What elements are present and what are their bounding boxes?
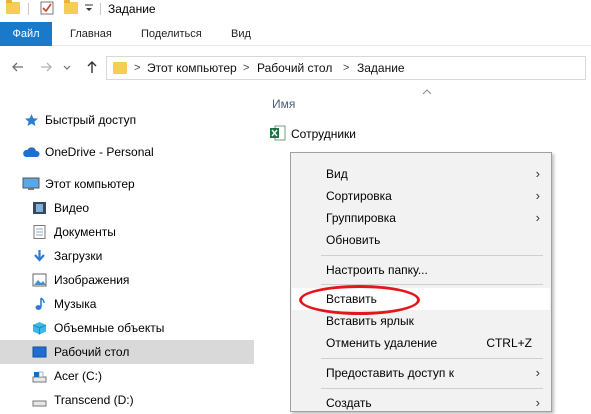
properties-icon[interactable] — [40, 1, 54, 15]
folder-icon — [6, 0, 20, 14]
star-icon — [24, 113, 39, 127]
divider — [28, 3, 29, 15]
sidebar-item-label: Музыка — [54, 297, 97, 311]
download-icon — [32, 249, 47, 263]
sidebar-item-drive-d[interactable]: Transcend (D:) — [0, 388, 254, 412]
breadcrumb-desktop[interactable]: Рабочий стол — [257, 57, 332, 79]
sidebar-item-label: Быстрый доступ — [45, 113, 137, 127]
breadcrumb-separator[interactable]: > — [243, 57, 249, 79]
breadcrumb-assignment[interactable]: Задание — [357, 57, 405, 79]
menu-item-view[interactable]: Вид › — [292, 163, 550, 185]
sidebar-item-label: Acer (C:) — [54, 369, 102, 383]
menu-item-sort[interactable]: Сортировка › — [292, 185, 550, 207]
sidebar-item-drive-c[interactable]: Acer (C:) — [0, 364, 254, 388]
excel-icon — [270, 125, 286, 141]
chevron-right-icon: › — [535, 188, 540, 203]
sidebar-item-onedrive[interactable]: OneDrive - Personal — [0, 140, 254, 164]
chevron-right-icon: › — [535, 166, 540, 181]
navigation-bar: > Этот компьютер > Рабочий стол > Задани… — [0, 52, 591, 84]
menu-item-refresh[interactable]: Обновить — [292, 229, 550, 251]
up-arrow-icon[interactable] — [84, 58, 100, 76]
sidebar-item-3d-objects[interactable]: Объемные объекты — [0, 316, 254, 340]
sidebar-item-label: Transcend (D:) — [54, 393, 134, 407]
divider — [100, 3, 101, 15]
breadcrumb-separator[interactable]: > — [134, 57, 140, 79]
recent-locations-icon[interactable] — [62, 58, 72, 76]
chevron-right-icon: › — [535, 210, 540, 225]
back-arrow-icon[interactable] — [10, 58, 26, 76]
tab-file[interactable]: Файл — [0, 22, 52, 46]
window-title: Задание — [108, 2, 156, 16]
music-icon — [32, 297, 47, 311]
sidebar-item-videos[interactable]: Видео — [0, 196, 254, 220]
sidebar-item-desktop[interactable]: Рабочий стол — [0, 340, 254, 364]
forward-arrow-icon[interactable] — [38, 58, 54, 76]
menu-item-group[interactable]: Группировка › — [292, 207, 550, 229]
menu-separator — [321, 358, 543, 359]
sidebar-item-label: Рабочий стол — [54, 345, 130, 359]
menu-item-label: Создать — [326, 396, 372, 410]
cube-icon — [32, 321, 47, 335]
menu-item-new[interactable]: Создать › — [292, 392, 550, 414]
sidebar-item-label: Изображения — [54, 273, 130, 287]
sidebar-item-label: Объемные объекты — [54, 321, 165, 335]
sidebar-item-label: Этот компьютер — [45, 177, 135, 191]
navigation-pane: Быстрый доступ OneDrive - Personal Этот … — [0, 100, 256, 407]
chevron-right-icon: › — [535, 365, 540, 380]
drive-icon — [32, 369, 47, 383]
menu-item-label: Обновить — [326, 233, 381, 247]
menu-separator — [321, 388, 543, 389]
menu-item-undo-delete[interactable]: Отменить удаление CTRL+Z — [292, 332, 550, 354]
folder-icon — [113, 62, 127, 74]
sidebar-item-pictures[interactable]: Изображения — [0, 268, 254, 292]
menu-item-shortcut: CTRL+Z — [486, 336, 532, 350]
sidebar-item-quick-access[interactable]: Быстрый доступ — [0, 108, 254, 132]
menu-item-label: Вид — [326, 167, 348, 181]
tab-share[interactable]: Поделиться — [141, 22, 202, 46]
menu-item-give-access[interactable]: Предоставить доступ к › — [292, 362, 550, 384]
image-icon — [32, 273, 47, 287]
sidebar-item-label: Загрузки — [54, 249, 103, 263]
breadcrumb-separator[interactable]: > — [343, 57, 349, 79]
sidebar-item-downloads[interactable]: Загрузки — [0, 244, 254, 268]
menu-item-label: Настроить папку... — [326, 263, 428, 277]
menu-item-label: Отменить удаление — [326, 336, 438, 350]
tab-view[interactable]: Вид — [231, 22, 251, 46]
tab-home[interactable]: Главная — [70, 22, 112, 46]
menu-separator — [321, 255, 543, 256]
menu-item-label: Группировка — [326, 211, 396, 225]
sort-ascending-icon — [422, 88, 432, 99]
new-folder-icon[interactable] — [64, 0, 78, 14]
breadcrumb-this-pc[interactable]: Этот компьютер — [147, 57, 237, 79]
drive-icon — [32, 393, 47, 407]
ribbon-tabs: Файл Главная Поделиться Вид — [0, 22, 591, 46]
video-icon — [32, 201, 47, 215]
menu-item-customize-folder[interactable]: Настроить папку... — [292, 259, 550, 281]
column-header-name[interactable]: Имя — [272, 97, 295, 111]
chevron-right-icon: › — [535, 395, 540, 410]
menu-item-label: Сортировка — [326, 189, 392, 203]
menu-item-label: Вставить ярлык — [326, 314, 414, 328]
context-menu: Вид › Сортировка › Группировка › Обновит… — [290, 152, 552, 412]
menu-item-label: Предоставить доступ к — [326, 366, 454, 380]
sidebar-item-label: Видео — [54, 201, 90, 215]
chevron-down-icon[interactable] — [84, 3, 94, 15]
sidebar-item-this-pc[interactable]: Этот компьютер — [0, 172, 254, 196]
cloud-icon — [22, 145, 40, 159]
computer-icon — [22, 177, 40, 191]
sidebar-item-label: Документы — [54, 225, 116, 239]
sidebar-item-documents[interactable]: Документы — [0, 220, 254, 244]
document-icon — [32, 225, 47, 239]
file-name: Сотрудники — [291, 127, 356, 141]
desktop-icon — [32, 345, 47, 359]
highlight-ellipse — [299, 285, 420, 315]
sidebar-item-music[interactable]: Музыка — [0, 292, 254, 316]
title-bar: Задание — [0, 0, 591, 20]
sidebar-item-label: OneDrive - Personal — [45, 145, 154, 159]
address-bar[interactable]: > Этот компьютер > Рабочий стол > Задани… — [106, 56, 586, 80]
